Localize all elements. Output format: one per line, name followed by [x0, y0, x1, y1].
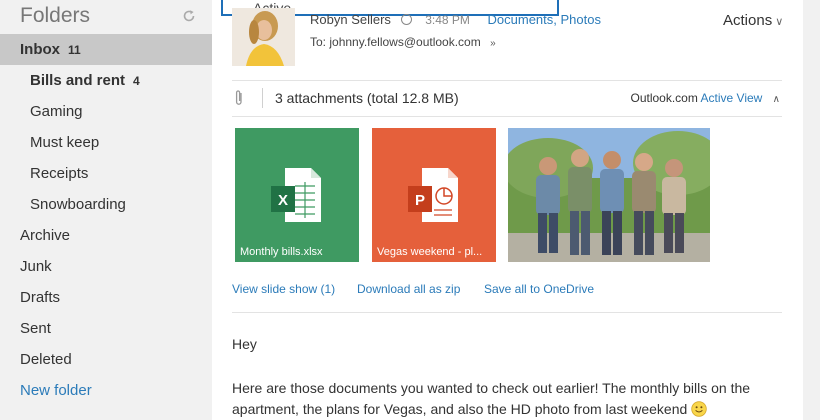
svg-text:P: P — [415, 192, 425, 209]
reading-pane: Active Robyn Sellers 3:48 PM Documents, … — [212, 0, 803, 420]
attachment-actions: View slide show (1) Download all as zip Sa… — [232, 282, 594, 296]
message-body: Here are those documents you wanted to c… — [232, 378, 792, 420]
unread-count: 11 — [68, 43, 81, 57]
folder-label: Inbox — [20, 41, 60, 58]
folders-title: Folders — [20, 4, 91, 27]
chevron-down-icon: ∨ — [775, 16, 784, 28]
avatar-photo — [232, 8, 295, 66]
sender-avatar — [232, 8, 295, 66]
folder-item-gaming[interactable]: Gaming — [0, 96, 212, 127]
smiley-icon — [691, 401, 707, 417]
folder-item-bills-and-rent[interactable]: Bills and rent 4 — [0, 65, 212, 96]
unread-count: 4 — [133, 74, 140, 88]
sender-line: Robyn Sellers 3:48 PM Documents, Photos — [310, 12, 601, 27]
expand-recipients-icon[interactable]: » — [490, 38, 496, 49]
recipient-line: To: johnny.fellows@outlook.com » — [310, 35, 496, 49]
sender-name[interactable]: Robyn Sellers — [310, 12, 391, 27]
folder-item-deleted[interactable]: Deleted — [0, 344, 212, 375]
actions-menu-button[interactable]: Actions ∨ — [723, 12, 783, 29]
divider — [232, 80, 782, 81]
to-label: To: — [310, 35, 327, 49]
chevron-up-icon[interactable]: ∧ — [773, 94, 780, 105]
message-greeting: Hey — [232, 336, 257, 352]
divider — [232, 116, 782, 117]
active-view-link[interactable]: Active View — [701, 91, 763, 105]
service-name: Outlook.com — [630, 91, 698, 105]
folder-item-archive[interactable]: Archive — [0, 220, 212, 251]
refresh-icon[interactable] — [182, 9, 196, 23]
recipient-address[interactable]: johnny.fellows@outlook.com — [329, 35, 480, 49]
attachments-summary: 3 attachments (total 12.8 MB) — [275, 90, 459, 106]
save-to-onedrive-link[interactable]: Save all to OneDrive — [484, 282, 594, 296]
attachment-tile-excel[interactable]: X Monthly bills.xlsx — [235, 128, 359, 262]
attachment-tile-photo[interactable] — [508, 128, 710, 262]
folder-item-junk[interactable]: Junk — [0, 251, 212, 282]
folder-item-sent[interactable]: Sent — [0, 313, 212, 344]
excel-icon: X — [271, 168, 321, 222]
attachment-filename: Monthly bills.xlsx — [240, 246, 323, 258]
folder-item-snowboarding[interactable]: Snowboarding — [0, 189, 212, 220]
attachment-filename: Vegas weekend - pl... — [377, 246, 483, 258]
clock-icon — [400, 14, 412, 25]
attachment-tile-powerpoint[interactable]: P Vegas weekend - pl... — [372, 128, 496, 262]
attachments-view-controls: Outlook.com Active View ∧ — [630, 91, 780, 105]
powerpoint-icon: P — [408, 168, 458, 222]
folder-item-inbox[interactable]: Inbox 11 — [0, 34, 212, 65]
folder-list: Inbox 11 Bills and rent 4 Gaming Must keep… — [0, 34, 212, 406]
new-folder-link[interactable]: New folder — [0, 375, 212, 406]
folder-item-must-keep[interactable]: Must keep — [0, 127, 212, 158]
view-slideshow-link[interactable]: View slide show (1) — [232, 282, 357, 296]
download-all-zip-link[interactable]: Download all as zip — [357, 282, 484, 296]
folders-header: Folders — [20, 4, 198, 30]
folder-item-receipts[interactable]: Receipts — [0, 158, 212, 189]
folder-label: Bills and rent — [30, 72, 126, 89]
paperclip-icon — [235, 90, 242, 105]
message-categories[interactable]: Documents, Photos — [488, 12, 601, 27]
separator — [262, 88, 263, 108]
message-body-text: Here are those documents you wanted to c… — [232, 380, 751, 417]
svg-text:X: X — [278, 192, 288, 209]
divider — [232, 312, 782, 313]
folder-sidebar: Folders Inbox 11 Bills and rent 4 Gaming M… — [0, 0, 212, 420]
message-time: 3:48 PM — [425, 13, 470, 27]
group-photo — [508, 128, 710, 262]
scroll-gutter — [803, 0, 820, 420]
folder-item-drafts[interactable]: Drafts — [0, 282, 212, 313]
attachments-bar: 3 attachments (total 12.8 MB) Outlook.co… — [232, 84, 782, 112]
actions-label: Actions — [723, 12, 773, 29]
